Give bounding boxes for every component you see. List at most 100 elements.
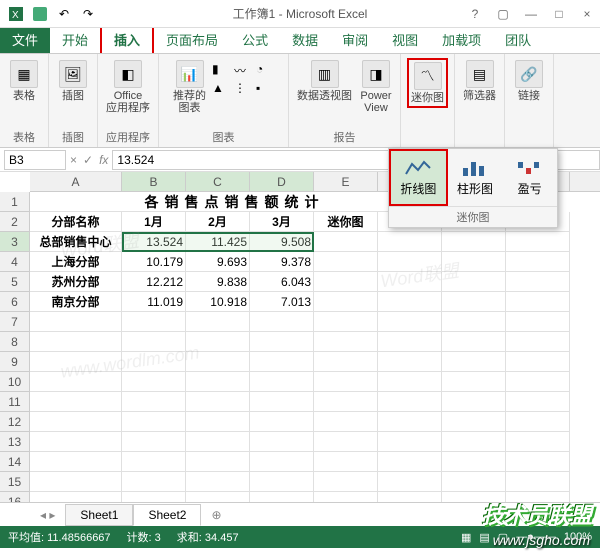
- cell[interactable]: 10.918: [186, 292, 250, 312]
- cell[interactable]: 13.524: [122, 232, 186, 252]
- cell[interactable]: 9.693: [186, 252, 250, 272]
- tab-review[interactable]: 审阅: [330, 26, 380, 53]
- cell[interactable]: [122, 352, 186, 372]
- row-header[interactable]: 9: [0, 352, 30, 372]
- cell[interactable]: [314, 232, 378, 252]
- col-header[interactable]: D: [250, 172, 314, 191]
- tab-layout[interactable]: 页面布局: [154, 26, 230, 53]
- scatter-chart-icon[interactable]: ⋮: [234, 81, 254, 95]
- cell[interactable]: [378, 312, 442, 332]
- cell[interactable]: [122, 432, 186, 452]
- cell[interactable]: [314, 292, 378, 312]
- cell[interactable]: [314, 332, 378, 352]
- cell[interactable]: 总部销售中心: [30, 232, 122, 252]
- view-normal-icon[interactable]: ▦: [461, 531, 471, 544]
- cell[interactable]: [442, 352, 506, 372]
- pie-chart-icon[interactable]: ◔: [256, 62, 276, 79]
- cell[interactable]: [30, 412, 122, 432]
- undo-icon[interactable]: ↶: [56, 6, 72, 22]
- cell[interactable]: [442, 452, 506, 472]
- cell[interactable]: [378, 412, 442, 432]
- cell[interactable]: [314, 252, 378, 272]
- cell[interactable]: [314, 432, 378, 452]
- cell[interactable]: 苏州分部: [30, 272, 122, 292]
- cell[interactable]: [122, 372, 186, 392]
- cell[interactable]: [506, 272, 570, 292]
- cell[interactable]: [378, 432, 442, 452]
- cell[interactable]: [250, 452, 314, 472]
- cell[interactable]: [30, 472, 122, 492]
- cell[interactable]: [250, 492, 314, 502]
- cell[interactable]: 9.838: [186, 272, 250, 292]
- office-apps-button[interactable]: ◧ Office 应用程序: [104, 58, 152, 116]
- cell[interactable]: [186, 332, 250, 352]
- sheet-tab[interactable]: Sheet2: [133, 504, 201, 526]
- tab-view[interactable]: 视图: [380, 26, 430, 53]
- row-header[interactable]: 13: [0, 432, 30, 452]
- cell[interactable]: [442, 252, 506, 272]
- cell[interactable]: [250, 412, 314, 432]
- cell[interactable]: [314, 452, 378, 472]
- row-header[interactable]: 2: [0, 212, 30, 232]
- cell[interactable]: [442, 472, 506, 492]
- col-header[interactable]: E: [314, 172, 378, 191]
- illustrations-button[interactable]: 🖼 插图: [55, 58, 91, 104]
- cell[interactable]: [442, 292, 506, 312]
- row-header[interactable]: 12: [0, 412, 30, 432]
- col-header[interactable]: A: [30, 172, 122, 191]
- cell[interactable]: 10.179: [122, 252, 186, 272]
- cell[interactable]: [378, 252, 442, 272]
- row-header[interactable]: 5: [0, 272, 30, 292]
- cell[interactable]: [186, 312, 250, 332]
- row-header[interactable]: 1: [0, 192, 30, 212]
- cell[interactable]: 11.019: [122, 292, 186, 312]
- cell[interactable]: 3月: [250, 212, 314, 232]
- cell[interactable]: 2月: [186, 212, 250, 232]
- cell[interactable]: [314, 272, 378, 292]
- cell[interactable]: [506, 412, 570, 432]
- cell[interactable]: [122, 332, 186, 352]
- redo-icon[interactable]: ↷: [80, 6, 96, 22]
- cell[interactable]: 1月: [122, 212, 186, 232]
- cell[interactable]: [506, 252, 570, 272]
- cell[interactable]: [122, 472, 186, 492]
- enter-icon[interactable]: ✓: [83, 153, 93, 167]
- cell[interactable]: [442, 232, 506, 252]
- cell[interactable]: [250, 332, 314, 352]
- cell[interactable]: [378, 352, 442, 372]
- view-layout-icon[interactable]: ▤: [479, 531, 489, 544]
- cell[interactable]: [30, 372, 122, 392]
- more-chart-icon[interactable]: ▪: [256, 81, 276, 95]
- chart-types-grid[interactable]: ▮〰◔ ▲⋮▪: [212, 58, 276, 95]
- minimize-icon[interactable]: —: [522, 7, 540, 21]
- cell[interactable]: [314, 372, 378, 392]
- link-button[interactable]: 🔗 链接: [511, 58, 547, 104]
- tables-button[interactable]: ▦ 表格: [6, 58, 42, 104]
- cell[interactable]: 9.508: [250, 232, 314, 252]
- cell[interactable]: [314, 392, 378, 412]
- cell[interactable]: [122, 492, 186, 502]
- row-header[interactable]: 6: [0, 292, 30, 312]
- row-header[interactable]: 11: [0, 392, 30, 412]
- powerview-button[interactable]: ◨ Power View: [358, 58, 394, 116]
- close-icon[interactable]: ×: [578, 7, 596, 21]
- cell[interactable]: [378, 232, 442, 252]
- cell[interactable]: [250, 352, 314, 372]
- col-header[interactable]: B: [122, 172, 186, 191]
- cell[interactable]: [186, 352, 250, 372]
- cell[interactable]: [442, 312, 506, 332]
- cell[interactable]: [442, 432, 506, 452]
- help-icon[interactable]: ?: [466, 7, 484, 21]
- cell[interactable]: 12.212: [122, 272, 186, 292]
- cell[interactable]: [378, 292, 442, 312]
- cell[interactable]: [30, 332, 122, 352]
- recommended-charts-button[interactable]: 📊 推荐的 图表: [171, 58, 208, 116]
- cell[interactable]: [506, 432, 570, 452]
- line-chart-icon[interactable]: 〰: [234, 62, 254, 79]
- cell[interactable]: [506, 232, 570, 252]
- sparkline-column-button[interactable]: 柱形图: [448, 149, 503, 206]
- cell[interactable]: [186, 492, 250, 502]
- cell[interactable]: [122, 392, 186, 412]
- cell[interactable]: [442, 412, 506, 432]
- maximize-icon[interactable]: □: [550, 7, 568, 21]
